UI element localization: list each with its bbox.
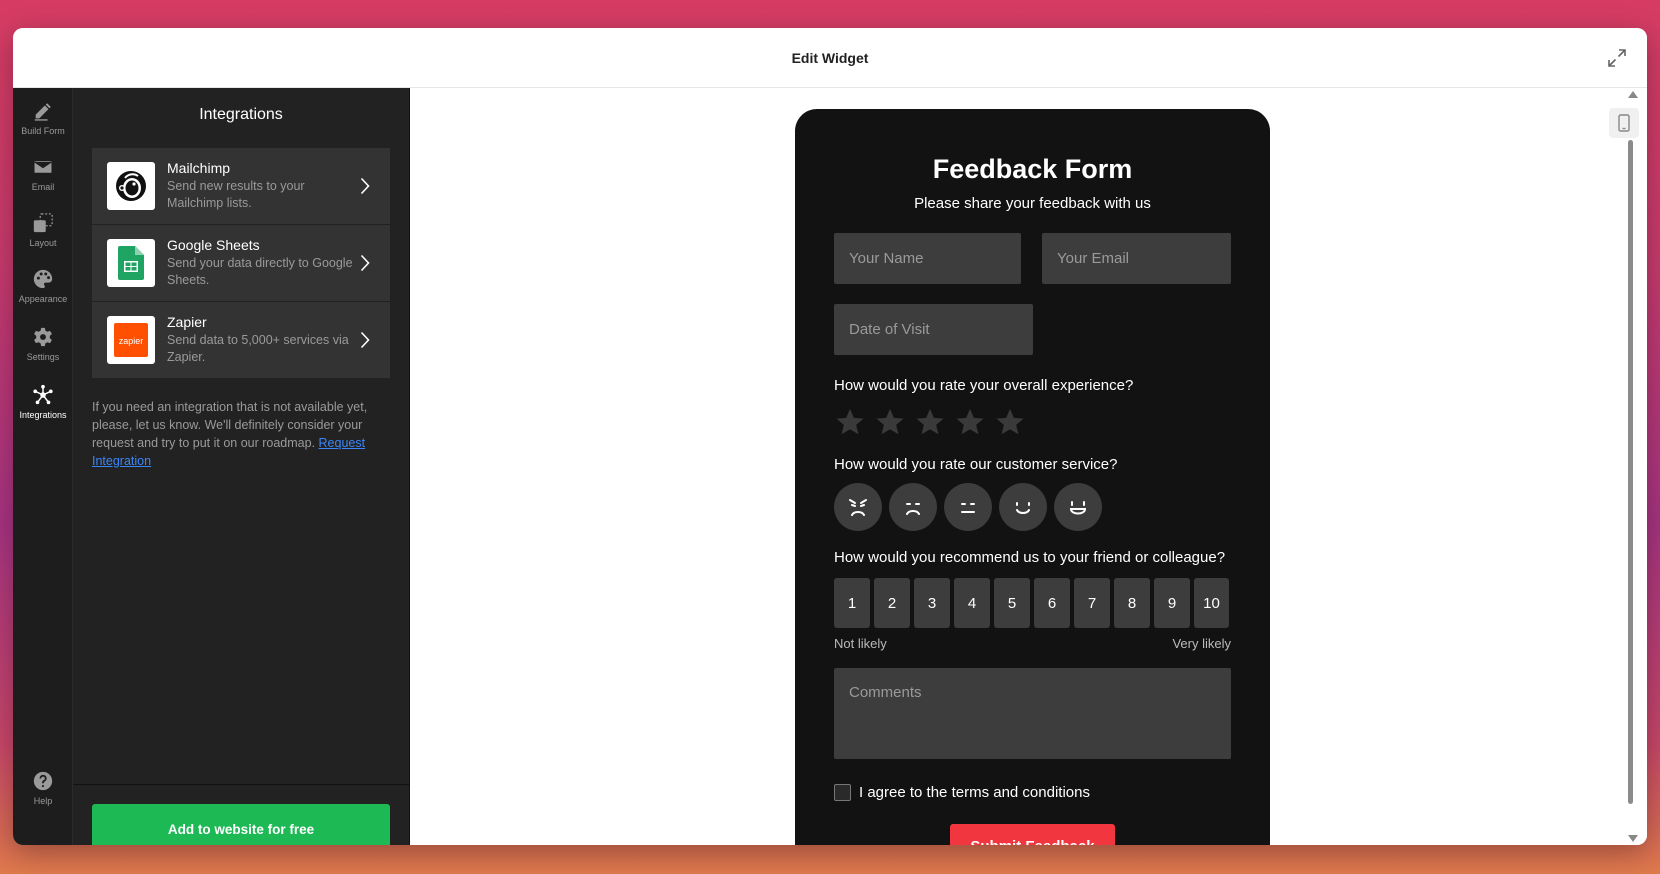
submit-feedback-button[interactable]: Submit Feedback [950,824,1115,845]
nps-scale: 1 2 3 4 5 6 7 8 9 10 [834,578,1229,628]
scrollbar-thumb[interactable] [1628,140,1633,804]
envelope-icon [33,159,53,175]
sad-face-icon[interactable] [889,483,937,531]
integration-description: Send new results to your Mailchimp lists… [167,179,305,210]
integration-name: Mailchimp [167,160,231,176]
integrations-icon [33,384,53,405]
form-title: Feedback Form [932,154,1133,184]
integration-request-note: If you need an integration that is not a… [92,398,390,470]
integration-google-sheets[interactable]: Google Sheets Send your data directly to… [92,225,390,302]
form-subtitle: Please share your feedback with us [914,195,1151,212]
smile-face-icon[interactable] [999,483,1047,531]
integration-description: Send data to 5,000+ services via Zapier. [167,333,349,364]
google-sheets-logo [107,239,155,287]
star-rating [834,407,1026,437]
star-icon[interactable] [994,407,1026,437]
nps-option[interactable]: 6 [1034,578,1070,628]
layout-icon [33,213,53,233]
star-icon[interactable] [954,407,986,437]
integration-zapier[interactable]: zapier Zapier Send data to 5,000+ servic… [92,302,390,379]
neutral-face-icon[interactable] [944,483,992,531]
sidebar-item-label: Layout [29,238,57,248]
palette-icon [33,269,53,289]
date-of-visit-input[interactable] [834,304,1033,355]
scroll-up-arrow-icon[interactable] [1627,90,1639,100]
sidebar-item-label: Build Form [21,126,65,136]
sidebar-item-label: Help [33,796,53,806]
widget-preview: Feedback Form Please share your feedback… [410,88,1647,845]
email-input[interactable] [1042,233,1231,284]
mailchimp-logo [107,162,155,210]
terms-label: I agree to the terms and conditions [859,784,1090,801]
name-input[interactable] [834,233,1021,284]
feedback-form: Feedback Form Please share your feedback… [795,109,1270,845]
window-title: Edit Widget [791,49,869,66]
gear-icon [34,327,52,347]
nps-option[interactable]: 10 [1194,578,1229,628]
zapier-logo: zapier [107,316,155,364]
angry-face-icon[interactable] [834,483,882,531]
nps-option[interactable]: 3 [914,578,950,628]
terms-checkbox[interactable] [834,784,851,801]
chevron-right-icon [360,177,370,195]
integration-name: Google Sheets [167,237,260,253]
integrations-panel: Integrations Mailchimp Send new results … [73,88,410,845]
comments-textarea[interactable] [834,668,1231,759]
scroll-down-arrow-icon[interactable] [1627,833,1639,843]
sidebar-item-build-form[interactable]: Build Form [13,90,73,146]
nps-option[interactable]: 5 [994,578,1030,628]
nps-option[interactable]: 1 [834,578,870,628]
nps-option[interactable]: 4 [954,578,990,628]
svg-text:zapier: zapier [119,336,144,346]
help-icon [33,771,53,791]
integration-name: Zapier [167,314,207,330]
sidebar-item-label: Integrations [19,410,67,420]
star-icon[interactable] [914,407,946,437]
chevron-right-icon [360,254,370,272]
sidebar-item-layout[interactable]: Layout [13,202,73,258]
integration-description: Send your data directly to Google Sheets… [167,256,353,287]
add-to-website-button[interactable]: Add to website for free [92,804,390,845]
panel-title: Integrations [199,106,283,123]
question-service: How would you rate our customer service? [834,456,1118,473]
star-icon[interactable] [834,407,866,437]
sidebar-item-appearance[interactable]: Appearance [13,258,73,314]
nps-high-label: Very likely [1172,636,1231,651]
nps-option[interactable]: 9 [1154,578,1190,628]
terms-agreement: I agree to the terms and conditions [834,784,1090,801]
sidebar-item-label: Email [31,182,55,192]
sidebar-item-label: Settings [26,352,60,362]
nps-option[interactable]: 7 [1074,578,1110,628]
emoji-rating [834,483,1102,531]
sidebar-item-settings[interactable]: Settings [13,316,73,372]
chevron-right-icon [360,331,370,349]
expand-icon[interactable] [1605,46,1629,70]
sidebar-item-email[interactable]: Email [13,146,73,202]
nps-option[interactable]: 8 [1114,578,1150,628]
question-recommend: How would you recommend us to your frien… [834,549,1226,566]
question-experience: How would you rate your overall experien… [834,377,1134,394]
top-bar: Edit Widget [13,28,1647,88]
editor-window: Edit Widget Build Form Email Layout Appe… [13,28,1647,845]
panel-divider [73,784,409,785]
nps-option[interactable]: 2 [874,578,910,628]
integration-mailchimp[interactable]: Mailchimp Send new results to your Mailc… [92,148,390,225]
icon-sidebar: Build Form Email Layout Appearance Setti… [13,88,73,845]
laughing-face-icon[interactable] [1054,483,1102,531]
pencil-icon [34,103,51,121]
sidebar-item-help[interactable]: Help [13,760,73,816]
mobile-device-icon[interactable] [1609,108,1639,138]
star-icon[interactable] [874,407,906,437]
sidebar-item-label: Appearance [18,294,68,304]
nps-low-label: Not likely [834,636,887,651]
sidebar-item-integrations[interactable]: Integrations [13,374,73,430]
